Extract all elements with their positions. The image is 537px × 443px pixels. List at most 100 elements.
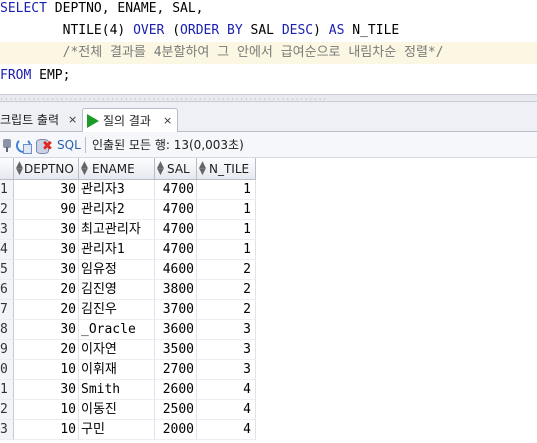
cell-deptno[interactable]: 10 (14, 400, 79, 420)
cell-ntile[interactable]: 3 (197, 360, 256, 380)
cell-ntile[interactable]: 4 (197, 420, 256, 440)
cell-sal[interactable]: 4700 (155, 220, 197, 240)
sql-button[interactable]: SQL (57, 132, 81, 158)
row-number: 5 (0, 260, 14, 280)
cell-deptno[interactable]: 20 (14, 300, 79, 320)
result-grid[interactable]: ▲ ▼ DEPTNO ▲ ▼ ENAME ▲ ▼ SAL ▲ ▼ N_TILE 1 30 관리자3 4… (0, 158, 537, 443)
cell-ename[interactable]: 관리자1 (79, 240, 155, 260)
cell-ename[interactable]: 구민 (79, 420, 155, 440)
sort-icon: ▲ ▼ (157, 160, 164, 177)
cell-ename[interactable]: 이휘재 (79, 360, 155, 380)
keyword-desc: DESC (281, 23, 314, 38)
close-icon[interactable]: × (68, 108, 77, 132)
cell-deptno[interactable]: 30 (14, 260, 79, 280)
row-number: 3 (0, 420, 14, 440)
row-number: 9 (0, 340, 14, 360)
close-icon[interactable]: × (163, 109, 172, 133)
result-toolbar: ✖ SQL 인출된 모든 행: 13(0,003초) (0, 132, 537, 158)
cell-deptno[interactable]: 90 (14, 200, 79, 220)
column-header-sal[interactable]: ▲ ▼ SAL (155, 158, 197, 180)
table-row[interactable]: 6 20 김진영 3800 2 (0, 280, 256, 300)
cell-ename[interactable]: 관리자2 (79, 200, 155, 220)
cell-deptno[interactable]: 30 (14, 320, 79, 340)
cell-ntile[interactable]: 1 (197, 220, 256, 240)
table-row[interactable]: 3 30 최고관리자 4700 1 (0, 220, 256, 240)
cell-deptno[interactable]: 30 (14, 220, 79, 240)
cell-ntile[interactable]: 3 (197, 340, 256, 360)
grid-header: ▲ ▼ DEPTNO ▲ ▼ ENAME ▲ ▼ SAL ▲ ▼ N_TILE (0, 158, 256, 180)
cell-sal[interactable]: 2600 (155, 380, 197, 400)
panel-splitter[interactable]: ········································… (0, 94, 537, 103)
cell-ename[interactable]: 관리자3 (79, 180, 155, 200)
cell-sal[interactable]: 2000 (155, 420, 197, 440)
cell-ntile[interactable]: 1 (197, 240, 256, 260)
cell-sal[interactable]: 3600 (155, 320, 197, 340)
cell-sal[interactable]: 3800 (155, 280, 197, 300)
cell-deptno[interactable]: 30 (14, 240, 79, 260)
cell-ntile[interactable]: 2 (197, 300, 256, 320)
cell-sal[interactable]: 4700 (155, 200, 197, 220)
cell-deptno[interactable]: 30 (14, 380, 79, 400)
table-row[interactable]: 7 20 김진우 3700 2 (0, 300, 256, 320)
table-row[interactable]: 2 90 관리자2 4700 1 (0, 200, 256, 220)
cell-sal[interactable]: 4600 (155, 260, 197, 280)
cell-ename[interactable]: 김진영 (79, 280, 155, 300)
cell-ntile[interactable]: 2 (197, 260, 256, 280)
cell-sal[interactable]: 4700 (155, 240, 197, 260)
cell-deptno[interactable]: 10 (14, 420, 79, 440)
keyword-select: SELECT (0, 1, 47, 16)
cell-ntile[interactable]: 3 (197, 320, 256, 340)
cell-deptno[interactable]: 30 (14, 180, 79, 200)
table-row[interactable]: 8 30 _Oracle 3600 3 (0, 320, 256, 340)
table-row[interactable]: 9 20 이자연 3500 3 (0, 340, 256, 360)
code-line-1: SELECT DEPTNO, ENAME, SAL, (0, 0, 537, 20)
cell-ename[interactable]: 김진우 (79, 300, 155, 320)
table-row[interactable]: 0 10 이휘재 2700 3 (0, 360, 256, 380)
column-header-deptno[interactable]: ▲ ▼ DEPTNO (14, 158, 79, 180)
sort-icon: ▲ ▼ (81, 160, 88, 177)
cell-ntile[interactable]: 4 (197, 400, 256, 420)
cell-sal[interactable]: 2500 (155, 400, 197, 420)
row-number: 6 (0, 280, 14, 300)
tab-query-result[interactable]: 질의 결과 × (82, 108, 178, 132)
cell-ename[interactable]: Smith (79, 380, 155, 400)
table-row[interactable]: 1 30 Smith 2600 4 (0, 380, 256, 400)
cell-ntile[interactable]: 4 (197, 380, 256, 400)
column-header-ntile[interactable]: ▲ ▼ N_TILE (197, 158, 256, 180)
play-icon (87, 114, 99, 128)
cell-sal[interactable]: 3500 (155, 340, 197, 360)
cell-ename[interactable]: 임유정 (79, 260, 155, 280)
cell-deptno[interactable]: 20 (14, 340, 79, 360)
cell-ntile[interactable]: 1 (197, 180, 256, 200)
cell-ntile[interactable]: 1 (197, 200, 256, 220)
tab-script-output[interactable]: 크립트 출력 × (0, 108, 80, 132)
code-comment: /*전체 결과를 4분할하여 그 안에서 급여순으로 내림차순 정렬*/ (0, 45, 444, 60)
sql-editor[interactable]: SELECT DEPTNO, ENAME, SAL, NTILE(4) OVER… (0, 0, 537, 94)
tab-query-result-label: 질의 결과 (103, 114, 151, 128)
cell-sal[interactable]: 4700 (155, 180, 197, 200)
cell-deptno[interactable]: 20 (14, 280, 79, 300)
cell-ename[interactable]: 최고관리자 (79, 220, 155, 240)
sort-icon: ▲ ▼ (16, 160, 23, 177)
column-header-ename[interactable]: ▲ ▼ ENAME (79, 158, 155, 180)
cell-ename[interactable]: 이동진 (79, 400, 155, 420)
table-row[interactable]: 2 10 이동진 2500 4 (0, 400, 256, 420)
row-number: 2 (0, 200, 14, 220)
cancel-query-icon[interactable]: ✖ (36, 137, 53, 154)
cell-ename[interactable]: 이자연 (79, 340, 155, 360)
keyword-from: FROM (0, 68, 32, 83)
pin-icon[interactable] (0, 137, 16, 153)
refresh-icon[interactable] (15, 137, 32, 154)
table-row[interactable]: 3 10 구민 2000 4 (0, 420, 256, 440)
table-row[interactable]: 5 30 임유정 4600 2 (0, 260, 256, 280)
cell-sal[interactable]: 3700 (155, 300, 197, 320)
table-row[interactable]: 4 30 관리자1 4700 1 (0, 240, 256, 260)
cell-ntile[interactable]: 2 (197, 280, 256, 300)
table-row[interactable]: 1 30 관리자3 4700 1 (0, 180, 256, 200)
result-tab-bar: 크립트 출력 × 질의 결과 × (0, 102, 537, 132)
cell-ename[interactable]: _Oracle (79, 320, 155, 340)
cell-sal[interactable]: 2700 (155, 360, 197, 380)
cell-deptno[interactable]: 10 (14, 360, 79, 380)
code-line-4: FROM EMP; (0, 65, 537, 87)
